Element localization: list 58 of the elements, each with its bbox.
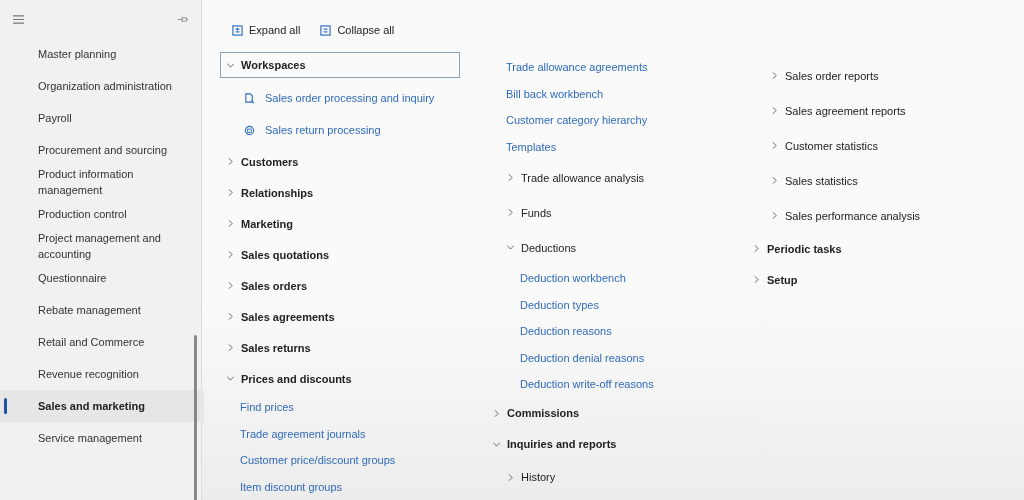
tree-node[interactable]: Customers — [226, 146, 299, 177]
tree-node[interactable]: Deductions — [506, 230, 577, 265]
toolbar-button[interactable]: Expand all — [232, 22, 301, 38]
module-item[interactable]: Payroll — [0, 102, 204, 134]
tree-node[interactable]: Relationships — [226, 177, 314, 208]
tree-node[interactable]: Periodic tasks — [752, 233, 842, 264]
menu-link[interactable]: Templates — [506, 133, 752, 160]
module-item[interactable]: Master planning — [0, 38, 204, 70]
menu-link[interactable]: Customer price/discount groups — [240, 447, 492, 474]
tree-node[interactable]: Sales orders — [226, 270, 308, 301]
menu-link[interactable]: Deduction types — [520, 291, 752, 318]
tree-node[interactable]: Sales agreement reports — [770, 93, 906, 128]
menu-link[interactable]: Deduction reasons — [520, 318, 752, 345]
module-item[interactable]: Retail and Commerce — [0, 326, 204, 358]
expand-icon — [232, 24, 243, 36]
module-item[interactable]: Production control — [0, 198, 204, 230]
workspace-link[interactable]: Sales return processing — [240, 114, 492, 146]
toolbar-button[interactable]: Collapse all — [320, 22, 395, 38]
tree-node[interactable]: Sales order reports — [770, 58, 879, 93]
tree-node[interactable]: Funds — [506, 195, 552, 230]
tree-node[interactable]: Commissions — [492, 397, 580, 429]
menu-link[interactable]: Item discount groups — [240, 473, 492, 500]
tree-node[interactable]: Customer statistics — [770, 128, 878, 163]
menu-link[interactable]: Deduction denial reasons — [520, 344, 752, 371]
module-item[interactable]: Sales and marketing — [0, 390, 204, 422]
menu-link[interactable]: Deduction workbench — [520, 265, 752, 292]
menu-link[interactable]: Deduction write-off reasons — [520, 371, 752, 398]
tree-node[interactable]: Marketing — [226, 208, 293, 239]
tree-node[interactable]: Sales agreements — [226, 301, 335, 332]
module-item[interactable]: Project management and accounting — [0, 230, 204, 262]
module-item[interactable]: Product information management — [0, 166, 204, 198]
tree-node[interactable]: Sales statistics — [770, 163, 858, 198]
menu-link[interactable]: Trade agreement journals — [240, 420, 492, 447]
workspace-link[interactable]: Sales order processing and inquiry — [240, 82, 492, 114]
document-icon — [244, 92, 255, 104]
scrollbar[interactable] — [194, 335, 197, 500]
pin-icon[interactable] — [177, 14, 189, 24]
tree-node[interactable]: Sales performance analysis — [770, 198, 921, 233]
tree-node[interactable]: Sales quotations — [226, 239, 330, 270]
module-item[interactable]: Service management — [0, 422, 204, 454]
tree-node[interactable]: Prices and discounts — [226, 363, 352, 394]
tree-node[interactable]: Sales returns — [226, 332, 311, 363]
tree-node[interactable]: Workspaces — [220, 52, 460, 78]
menu-link[interactable]: Bill back workbench — [506, 80, 752, 107]
collapse-icon — [320, 24, 332, 36]
module-item[interactable]: Organization administration — [0, 70, 204, 102]
module-item[interactable]: Procurement and sourcing — [0, 134, 204, 166]
module-item[interactable]: Revenue recognition — [0, 358, 204, 390]
tree-node[interactable]: Setup — [752, 264, 798, 295]
menu-icon[interactable] — [12, 13, 25, 25]
tree-node[interactable]: Trade allowance analysis — [506, 160, 645, 195]
menu-link[interactable]: Find prices — [240, 394, 492, 421]
module-item[interactable]: Questionnaire — [0, 262, 204, 294]
menu-link[interactable]: Trade allowance agreements — [506, 54, 752, 81]
module-item[interactable]: Rebate management — [0, 294, 204, 326]
tree-node[interactable]: Inquiries and reports — [492, 428, 617, 460]
menu-link[interactable]: Customer category hierarchy — [506, 107, 752, 134]
tree-node[interactable]: History — [506, 459, 556, 495]
